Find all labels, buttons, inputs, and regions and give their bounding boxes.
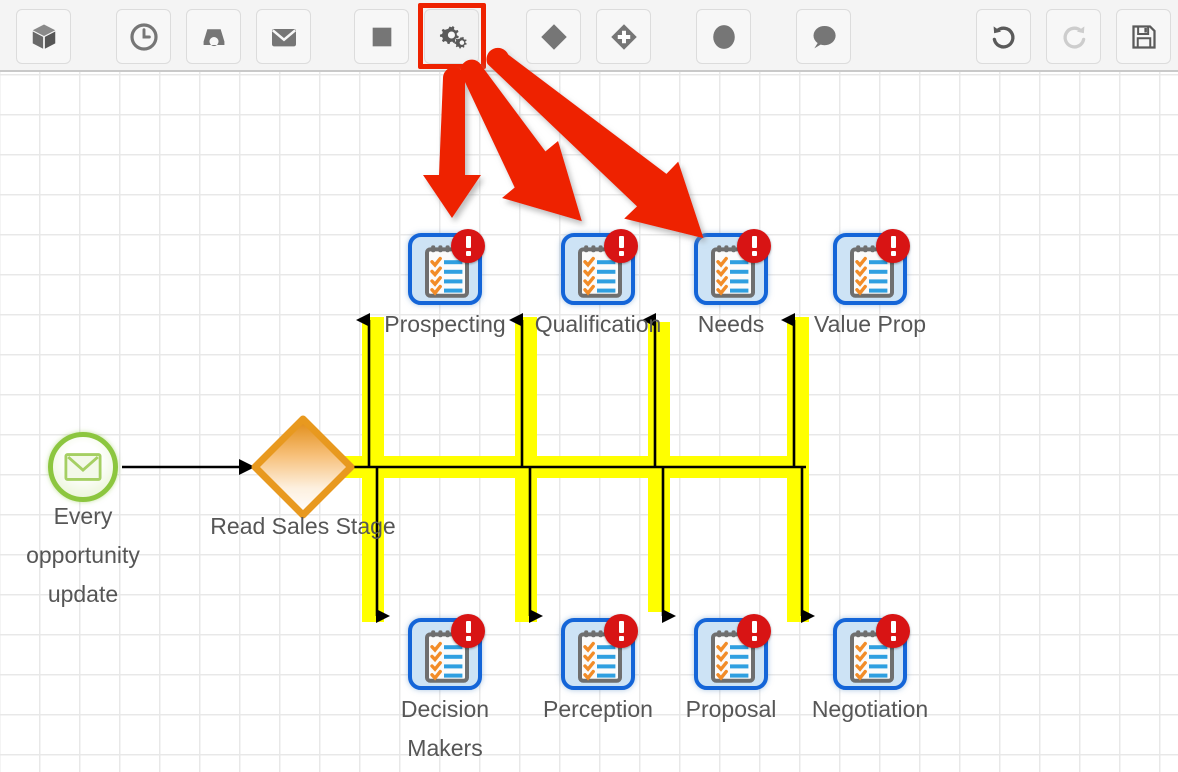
envelope-icon [271, 28, 296, 46]
task-needs[interactable] [694, 229, 771, 305]
diamond-icon [540, 23, 567, 50]
redo-icon [1062, 25, 1085, 49]
error-badge-icon [737, 614, 771, 648]
error-badge-icon [604, 229, 638, 263]
diamond-plus-icon [610, 23, 637, 50]
task-qualification[interactable] [561, 229, 638, 305]
error-badge-icon [737, 229, 771, 263]
diagram-canvas[interactable]: Prospecting Qualification Needs Value Prop D… [0, 72, 1178, 772]
task-negotiation[interactable] [833, 614, 910, 690]
toolbar-button-redo[interactable] [1046, 9, 1101, 64]
toolbar-button-message[interactable] [256, 9, 311, 64]
toolbar-button-package[interactable] [16, 9, 71, 64]
error-badge-icon [876, 614, 910, 648]
toolbar-button-parallel-gateway[interactable] [596, 9, 651, 64]
toolbar-button-gateway[interactable] [526, 9, 581, 64]
toolbar-button-end-event[interactable] [696, 9, 751, 64]
save-icon [1131, 24, 1156, 49]
gateway-shape[interactable] [251, 415, 355, 519]
task-prospecting[interactable] [408, 229, 485, 305]
task-value-prop[interactable] [833, 229, 910, 305]
circle-icon [712, 24, 735, 49]
comment-icon [813, 25, 836, 48]
undo-icon [992, 25, 1015, 49]
toolbar-button-inbox[interactable] [186, 9, 241, 64]
toolbar-button-save[interactable] [1116, 9, 1171, 64]
clock-icon [129, 22, 158, 51]
bpmn-editor: Prospecting Qualification Needs Value Prop D… [0, 0, 1178, 772]
envelope-icon [64, 453, 102, 481]
toolbar-button-undo[interactable] [976, 9, 1031, 64]
toolbar-button-action[interactable] [354, 9, 409, 64]
error-badge-icon [604, 614, 638, 648]
toolbar [0, 0, 1178, 72]
error-badge-icon [451, 229, 485, 263]
toolbar-button-business-rule[interactable] [424, 9, 479, 64]
task-perception[interactable] [561, 614, 638, 690]
toolbar-button-timer[interactable] [116, 9, 171, 64]
square-icon [372, 27, 391, 46]
error-badge-icon [451, 614, 485, 648]
error-badge-icon [876, 229, 910, 263]
start-event-shape[interactable] [48, 432, 118, 502]
task-decision-makers[interactable] [408, 614, 485, 690]
gears-icon [439, 25, 467, 48]
package-icon [32, 24, 55, 49]
toolbar-button-annotation[interactable] [796, 9, 851, 64]
task-proposal[interactable] [694, 614, 771, 690]
inbox-icon [203, 28, 224, 46]
